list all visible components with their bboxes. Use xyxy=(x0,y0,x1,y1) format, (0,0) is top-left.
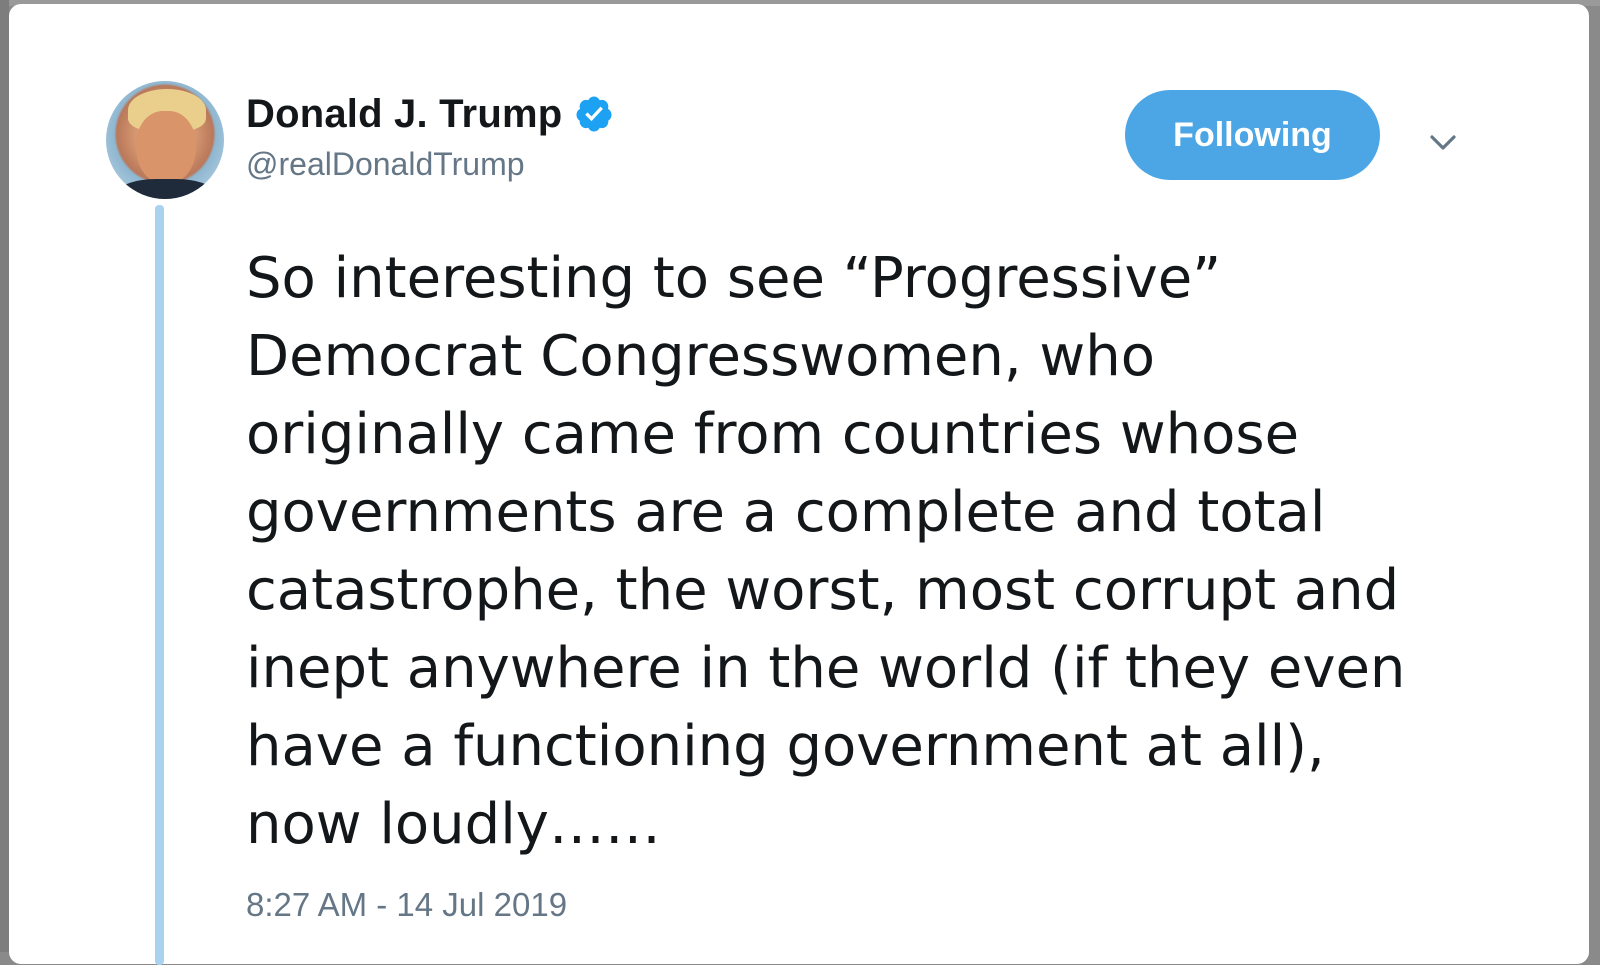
avatar-face xyxy=(136,111,196,185)
tweet-text-line: Democrat Congresswomen, who xyxy=(246,324,1155,389)
author-handle[interactable]: @realDonaldTrump xyxy=(246,146,525,183)
chevron-down-icon[interactable] xyxy=(1423,128,1463,158)
tweet-text-line: governments are a complete and total xyxy=(246,480,1326,545)
tweet-text-line: originally came from countries whose xyxy=(246,402,1300,467)
tweet-text: So interesting to see “Progressive” Demo… xyxy=(246,240,1506,864)
tweet-modal: Donald J. Trump @realDonaldTrump Followi… xyxy=(9,4,1589,965)
author-display-name[interactable]: Donald J. Trump xyxy=(246,92,562,137)
avatar[interactable] xyxy=(106,81,224,199)
tweet-text-line: So interesting to see “Progressive” xyxy=(246,246,1222,311)
background-page-edge xyxy=(0,0,9,952)
verified-badge-icon xyxy=(576,96,612,132)
author-name-row[interactable]: Donald J. Trump xyxy=(246,90,614,138)
following-button[interactable]: Following xyxy=(1125,90,1380,180)
tweet-text-line: inept anywhere in the world (if they eve… xyxy=(246,636,1406,701)
tweet-text-line: catastrophe, the worst, most corrupt and xyxy=(246,558,1400,623)
avatar-suit xyxy=(116,179,216,199)
tweet-text-line: now loudly…… xyxy=(246,792,661,857)
tweet-timestamp[interactable]: 8:27 AM - 14 Jul 2019 xyxy=(246,886,567,924)
tweet-text-line: have a functioning government at all), xyxy=(246,714,1325,779)
thread-line xyxy=(155,205,164,965)
